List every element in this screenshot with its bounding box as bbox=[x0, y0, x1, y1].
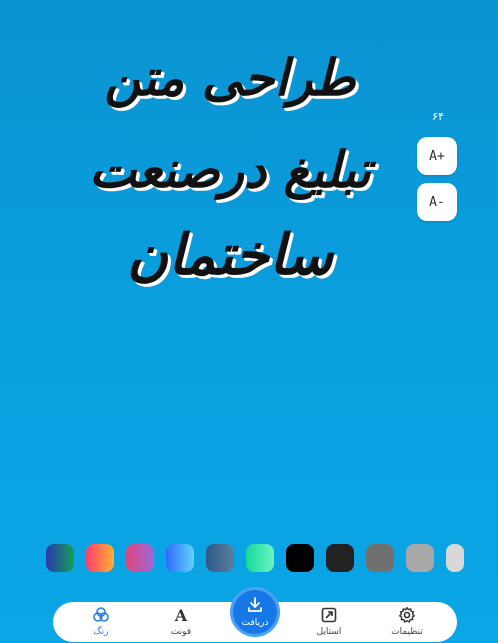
download-icon bbox=[246, 596, 264, 617]
font-size-value: ۶۴ bbox=[432, 110, 444, 123]
headline-canvas[interactable]: طراحی متن تبلیغ درصنعت ساختمان bbox=[70, 40, 390, 300]
color-swatch[interactable] bbox=[326, 544, 354, 572]
nav-font[interactable]: A فونت bbox=[153, 606, 209, 642]
color-swatch[interactable] bbox=[46, 544, 74, 572]
color-swatch[interactable] bbox=[246, 544, 274, 572]
svg-text:A: A bbox=[174, 606, 188, 624]
color-swatch[interactable] bbox=[166, 544, 194, 572]
nav-style-label: استایل bbox=[316, 627, 342, 637]
color-circles-icon bbox=[92, 606, 110, 624]
decrease-font-label: A- bbox=[429, 194, 445, 210]
nav-settings[interactable]: تنظیمات bbox=[379, 606, 435, 642]
style-icon bbox=[320, 606, 338, 624]
nav-font-label: فونت bbox=[170, 627, 192, 637]
color-swatch[interactable] bbox=[126, 544, 154, 572]
nav-style[interactable]: استایل bbox=[301, 606, 357, 642]
download-button[interactable]: دریافت bbox=[230, 587, 280, 637]
color-swatch[interactable] bbox=[406, 544, 434, 572]
increase-font-label: A+ bbox=[429, 148, 445, 164]
nav-settings-label: تنظیمات bbox=[391, 627, 423, 637]
font-icon: A bbox=[172, 606, 190, 624]
color-swatch-row bbox=[0, 544, 498, 574]
decrease-font-button[interactable]: A- bbox=[417, 183, 457, 221]
gear-icon bbox=[398, 606, 416, 624]
color-swatch[interactable] bbox=[286, 544, 314, 572]
nav-color-label: رنگ bbox=[93, 627, 109, 637]
headline-line-1: طراحی متن bbox=[104, 48, 356, 107]
color-swatch[interactable] bbox=[206, 544, 234, 572]
color-swatch[interactable] bbox=[446, 544, 464, 572]
headline-line-3: ساختمان bbox=[126, 222, 334, 288]
download-label: دریافت bbox=[241, 617, 269, 628]
color-swatch[interactable] bbox=[86, 544, 114, 572]
nav-color[interactable]: رنگ bbox=[73, 606, 129, 642]
increase-font-button[interactable]: A+ bbox=[417, 137, 457, 175]
color-swatch[interactable] bbox=[366, 544, 394, 572]
headline-line-2: تبلیغ درصنعت bbox=[89, 140, 371, 199]
